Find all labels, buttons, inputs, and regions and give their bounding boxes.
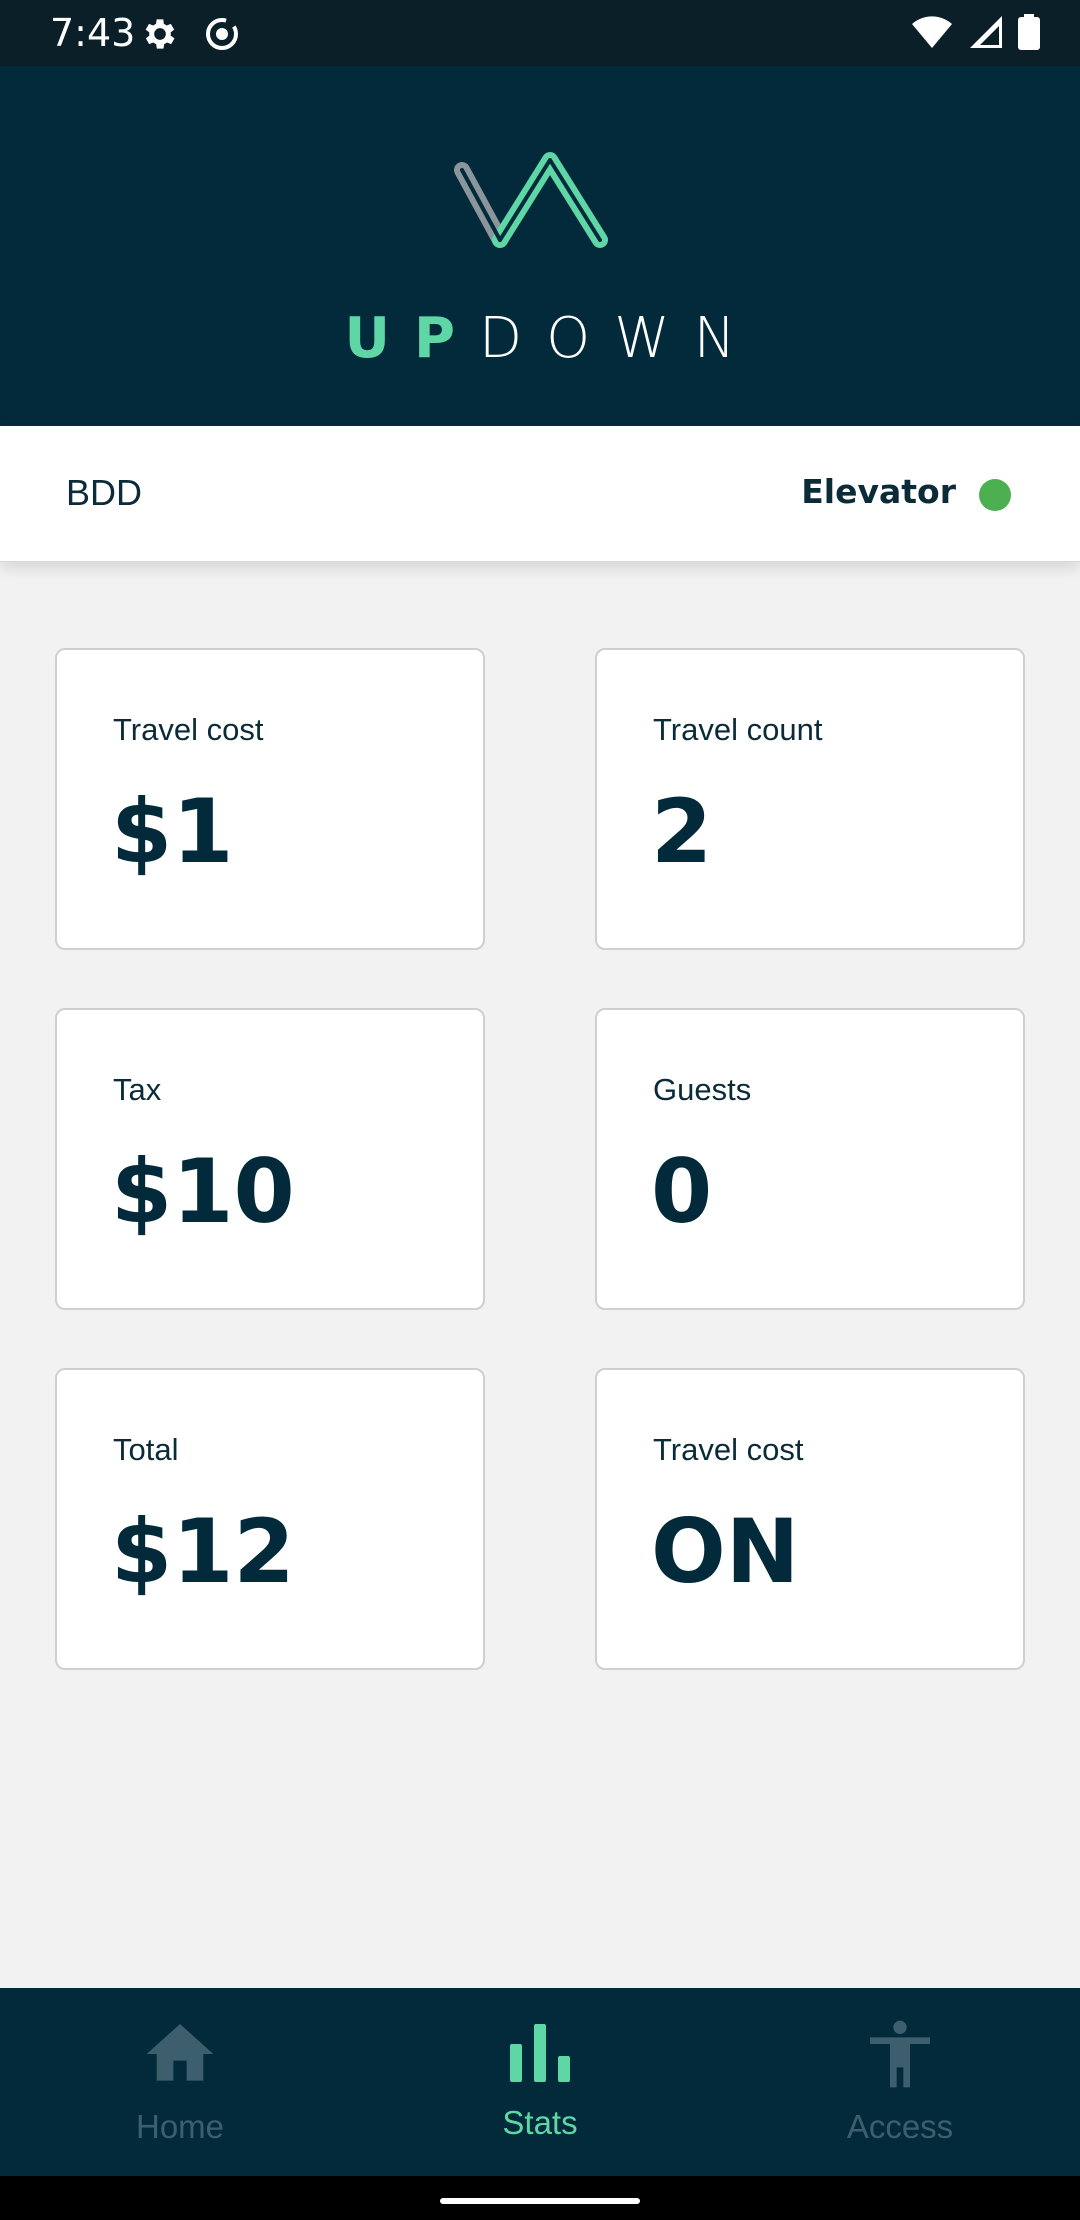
nav-item-home[interactable]: Home xyxy=(0,1988,360,2176)
nav-label-access: Access xyxy=(846,2108,954,2145)
stat-card-label: Guests xyxy=(653,1072,752,1107)
bottom-navigation: Home Stats Access xyxy=(0,1988,1080,2176)
stat-card-value: 0 xyxy=(651,1140,713,1243)
building-info-bar: BDD Elevator xyxy=(0,426,1080,562)
record-icon xyxy=(202,14,242,54)
status-time: 7:43 xyxy=(50,11,136,55)
battery-icon xyxy=(1018,14,1040,54)
building-name: BDD xyxy=(66,472,143,513)
stat-card-value: $12 xyxy=(111,1500,295,1603)
stat-card-label: Travel count xyxy=(653,712,823,747)
stat-card-value: $1 xyxy=(111,780,234,883)
nav-label-home: Home xyxy=(135,2108,225,2145)
stat-card-label: Travel cost xyxy=(653,1432,804,1467)
logo-down-text: DOWN xyxy=(479,306,760,371)
home-gesture-handle[interactable] xyxy=(440,2198,640,2204)
stat-card-travel-count: Travel count 2 xyxy=(595,648,1025,950)
stat-card-travel-cost: Travel cost $1 xyxy=(55,648,485,950)
app-logo-text: UPDOWN xyxy=(0,306,1080,371)
nav-item-stats[interactable]: Stats xyxy=(360,1988,720,2176)
stat-card-total: Total $12 xyxy=(55,1368,485,1670)
signal-icon xyxy=(968,14,1004,54)
stat-card-label: Total xyxy=(113,1432,179,1467)
home-icon xyxy=(140,2014,220,2094)
updown-logo-icon xyxy=(440,140,640,280)
wifi-icon xyxy=(910,14,954,54)
logo-up-text: UP xyxy=(344,306,480,371)
stat-card-guests: Guests 0 xyxy=(595,1008,1025,1310)
stat-card-label: Tax xyxy=(113,1072,162,1107)
elevator-status-indicator xyxy=(979,479,1011,511)
stat-card-tax: Tax $10 xyxy=(55,1008,485,1310)
stat-card-label: Travel cost xyxy=(113,712,264,747)
status-bar: 7:43 xyxy=(0,0,1080,66)
nav-label-stats: Stats xyxy=(502,2104,578,2141)
stat-card-value: $10 xyxy=(111,1140,295,1243)
elevator-status-label: Elevator xyxy=(801,472,956,511)
gear-icon xyxy=(140,14,180,54)
system-gesture-area xyxy=(0,2176,1080,2220)
stat-card-value: ON xyxy=(651,1500,800,1603)
accessibility-icon xyxy=(860,2014,940,2094)
bar-chart-icon xyxy=(500,2014,580,2094)
stat-card-travel-cost-status: Travel cost ON xyxy=(595,1368,1025,1670)
nav-item-access[interactable]: Access xyxy=(720,1988,1080,2176)
stat-card-value: 2 xyxy=(651,780,713,883)
app-header: UPDOWN xyxy=(0,66,1080,426)
